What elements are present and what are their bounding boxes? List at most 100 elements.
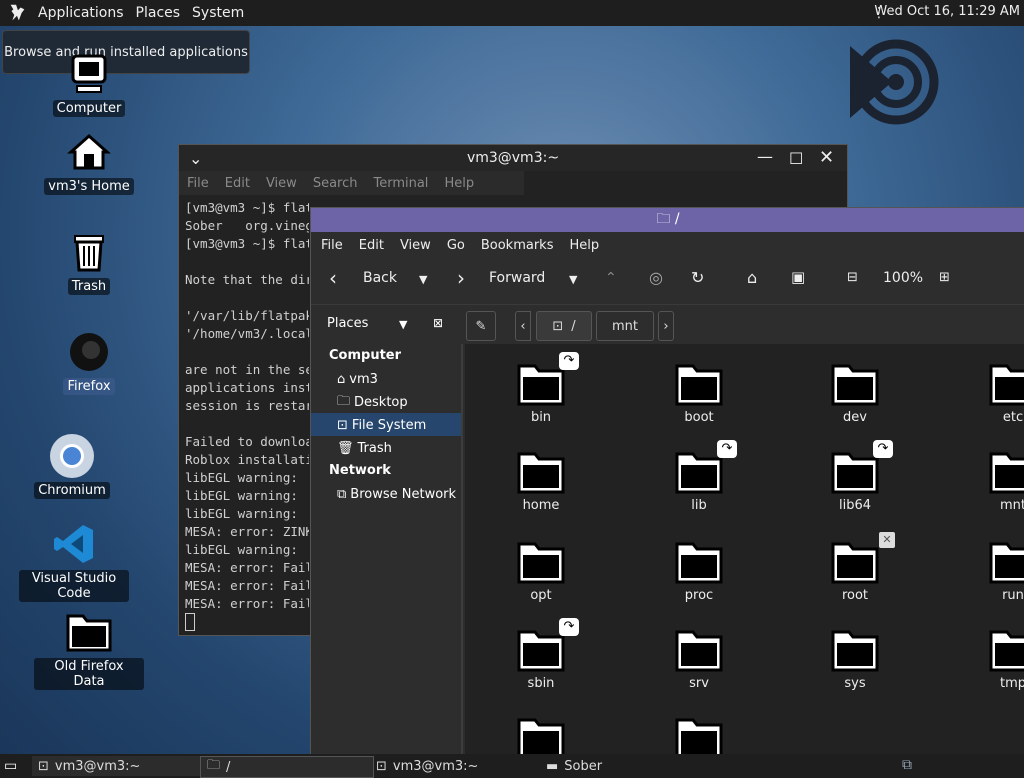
taskbar-item-sober[interactable]: ▬ Sober — [540, 756, 712, 776]
taskbar-item-file-manager[interactable]: 🗀 / — [200, 756, 374, 778]
zoom-out-icon[interactable]: ⊟ — [847, 270, 858, 285]
fm-menu-view[interactable]: View — [390, 238, 437, 253]
terminal-menu-view[interactable]: View — [258, 176, 305, 191]
desktop-icon-label: Trash — [67, 278, 111, 295]
reload-icon[interactable]: ↻ — [691, 268, 704, 287]
terminal-titlebar[interactable]: ⌄ vm3@vm3:~ — ☐ ✕ — [179, 145, 847, 171]
desktop-icon-firefox[interactable]: Firefox — [34, 328, 144, 395]
folder-item[interactable]: etc — [953, 356, 1024, 425]
fm-menu-edit[interactable]: Edit — [349, 238, 390, 253]
folder-item[interactable]: srv — [639, 622, 759, 691]
home-icon[interactable]: ⌂ — [747, 268, 757, 287]
folder-icon — [675, 364, 723, 406]
folder-item[interactable] — [481, 710, 601, 756]
desktop-icon-vscode[interactable]: Visual Studio Code — [19, 520, 129, 602]
computer-icon[interactable]: ▣ — [791, 268, 805, 286]
folder-item[interactable]: proc — [639, 534, 759, 603]
fm-menu-help[interactable]: Help — [559, 238, 605, 253]
workspace-switcher-icon[interactable]: ⧉ — [902, 757, 912, 773]
computer-icon — [65, 50, 113, 98]
brand-logo-icon — [850, 39, 939, 125]
close-icon[interactable]: ✕ — [819, 147, 834, 168]
file-manager-titlebar[interactable]: 🗀 / — [311, 208, 1024, 232]
folder-icon — [831, 630, 879, 672]
sidebar-item-vm3[interactable]: ⌂ vm3 — [311, 367, 461, 390]
places-dropdown[interactable]: Places — [327, 316, 368, 331]
desktop-icon-chromium[interactable]: Chromium — [17, 432, 127, 499]
taskbar-item-terminal[interactable]: ⊡ vm3@vm3:~ — [32, 756, 202, 776]
folder-item[interactable]: boot — [639, 356, 759, 425]
terminal-menu-edit[interactable]: Edit — [217, 176, 258, 191]
folder-item[interactable]: sys — [795, 622, 915, 691]
desktop-icon-old-firefox-data[interactable]: Old Firefox Data — [34, 608, 144, 690]
folder-item[interactable]: ↷ lib64 — [795, 440, 915, 513]
folder-item[interactable]: dev — [795, 356, 915, 425]
terminal-menu-help[interactable]: Help — [436, 176, 482, 191]
terminal-line: libEGL warning: — [185, 488, 298, 503]
folder-icon — [675, 542, 723, 584]
back-dropdown-icon[interactable]: ▼ — [419, 273, 427, 286]
folder-item[interactable]: tmp — [953, 622, 1024, 691]
stop-icon[interactable]: ◎ — [649, 268, 663, 287]
folder-item[interactable]: ✕ root — [795, 532, 915, 603]
folder-item[interactable]: home — [481, 444, 601, 513]
terminal-menu-file[interactable]: File — [179, 176, 217, 191]
folder-item[interactable]: run — [953, 534, 1024, 603]
folder-label: lib — [691, 498, 707, 513]
terminal-menu-terminal[interactable]: Terminal — [365, 176, 436, 191]
maximize-icon[interactable]: ☐ — [789, 149, 803, 168]
sidebar-item-file-system[interactable]: ⊡ File System — [311, 413, 461, 436]
fm-menu-bookmarks[interactable]: Bookmarks — [471, 238, 560, 253]
terminal-title: vm3@vm3:~ — [466, 150, 560, 166]
folder-item[interactable]: ↷ lib — [639, 440, 759, 513]
terminal-output[interactable]: [vm3@vm3 ~]$ flatpak remote-ls | grep so… — [179, 195, 309, 639]
up-icon[interactable]: ⌃ — [605, 270, 617, 286]
show-desktop-icon[interactable]: ▭ — [4, 758, 17, 774]
folder-label: tmp — [999, 676, 1024, 691]
folder-item[interactable]: opt — [481, 534, 601, 603]
fm-menu-file[interactable]: File — [311, 238, 349, 253]
chromium-icon — [48, 432, 96, 480]
folder-item[interactable]: mnt — [953, 444, 1024, 513]
path-scroll-left-icon[interactable]: ‹ — [515, 311, 531, 341]
menu-system[interactable]: System — [186, 5, 250, 21]
terminal-line: session is restarted. — [185, 398, 309, 413]
sidebar-item-trash[interactable]: 🗑 Trash — [311, 436, 461, 459]
forward-arrow-icon[interactable]: › — [457, 266, 465, 290]
path-button-root[interactable]: ⊡ / — [536, 311, 592, 341]
forward-button[interactable]: Forward — [489, 270, 545, 286]
places-dropdown-icon[interactable]: ▼ — [399, 318, 407, 331]
edit-location-button[interactable]: ✎ — [466, 311, 496, 341]
fm-menu-go[interactable]: Go — [437, 238, 471, 253]
gnome-foot-icon[interactable] — [6, 2, 28, 24]
path-button-mnt[interactable]: mnt — [596, 311, 654, 341]
forward-dropdown-icon[interactable]: ▼ — [569, 273, 577, 286]
desktop-icon-computer[interactable]: Computer — [34, 50, 144, 117]
minimize-icon[interactable]: — — [757, 147, 773, 166]
zoom-in-icon[interactable]: ⊞ — [939, 270, 950, 285]
desktop-icon-label: Computer — [52, 100, 126, 117]
folder-item[interactable]: ↷ sbin — [481, 618, 601, 691]
folder-item[interactable]: ↷ bin — [481, 352, 601, 425]
folder-icon — [989, 542, 1024, 584]
folder-item[interactable] — [639, 710, 759, 756]
terminal-menu-search[interactable]: Search — [305, 176, 366, 191]
terminal-line: are not in the search path — [185, 362, 309, 377]
back-arrow-icon[interactable]: ‹ — [329, 266, 337, 290]
desktop-icon-home[interactable]: vm3's Home — [34, 128, 144, 195]
sidebar-item-browse-network[interactable]: ⧉ Browse Network — [311, 482, 461, 505]
taskbar-item-terminal-2[interactable]: ⊡ vm3@vm3:~ — [370, 756, 542, 776]
sidebar-item-desktop[interactable]: 🗀 Desktop — [311, 390, 461, 413]
home-icon — [65, 128, 113, 176]
file-manager-icon-view[interactable]: ↷ bin boot dev etc home ↷ lib ↷ lib64 mnt opt proc ✕ r… — [465, 344, 1024, 756]
menu-places[interactable]: Places — [130, 5, 187, 21]
desktop-icon-trash[interactable]: Trash — [34, 228, 144, 295]
menu-applications[interactable]: Applications — [32, 5, 130, 21]
path-scroll-right-icon[interactable]: › — [658, 311, 674, 341]
trash-icon — [65, 228, 113, 276]
back-button[interactable]: Back — [363, 270, 397, 286]
file-manager-window[interactable]: 🗀 / File Edit View Go Bookmarks Help ‹ B… — [310, 207, 1024, 757]
clock[interactable]: Wed Oct 16, 11:29 AM — [874, 4, 1020, 19]
close-sidebar-icon[interactable]: ⊠ — [433, 316, 443, 330]
